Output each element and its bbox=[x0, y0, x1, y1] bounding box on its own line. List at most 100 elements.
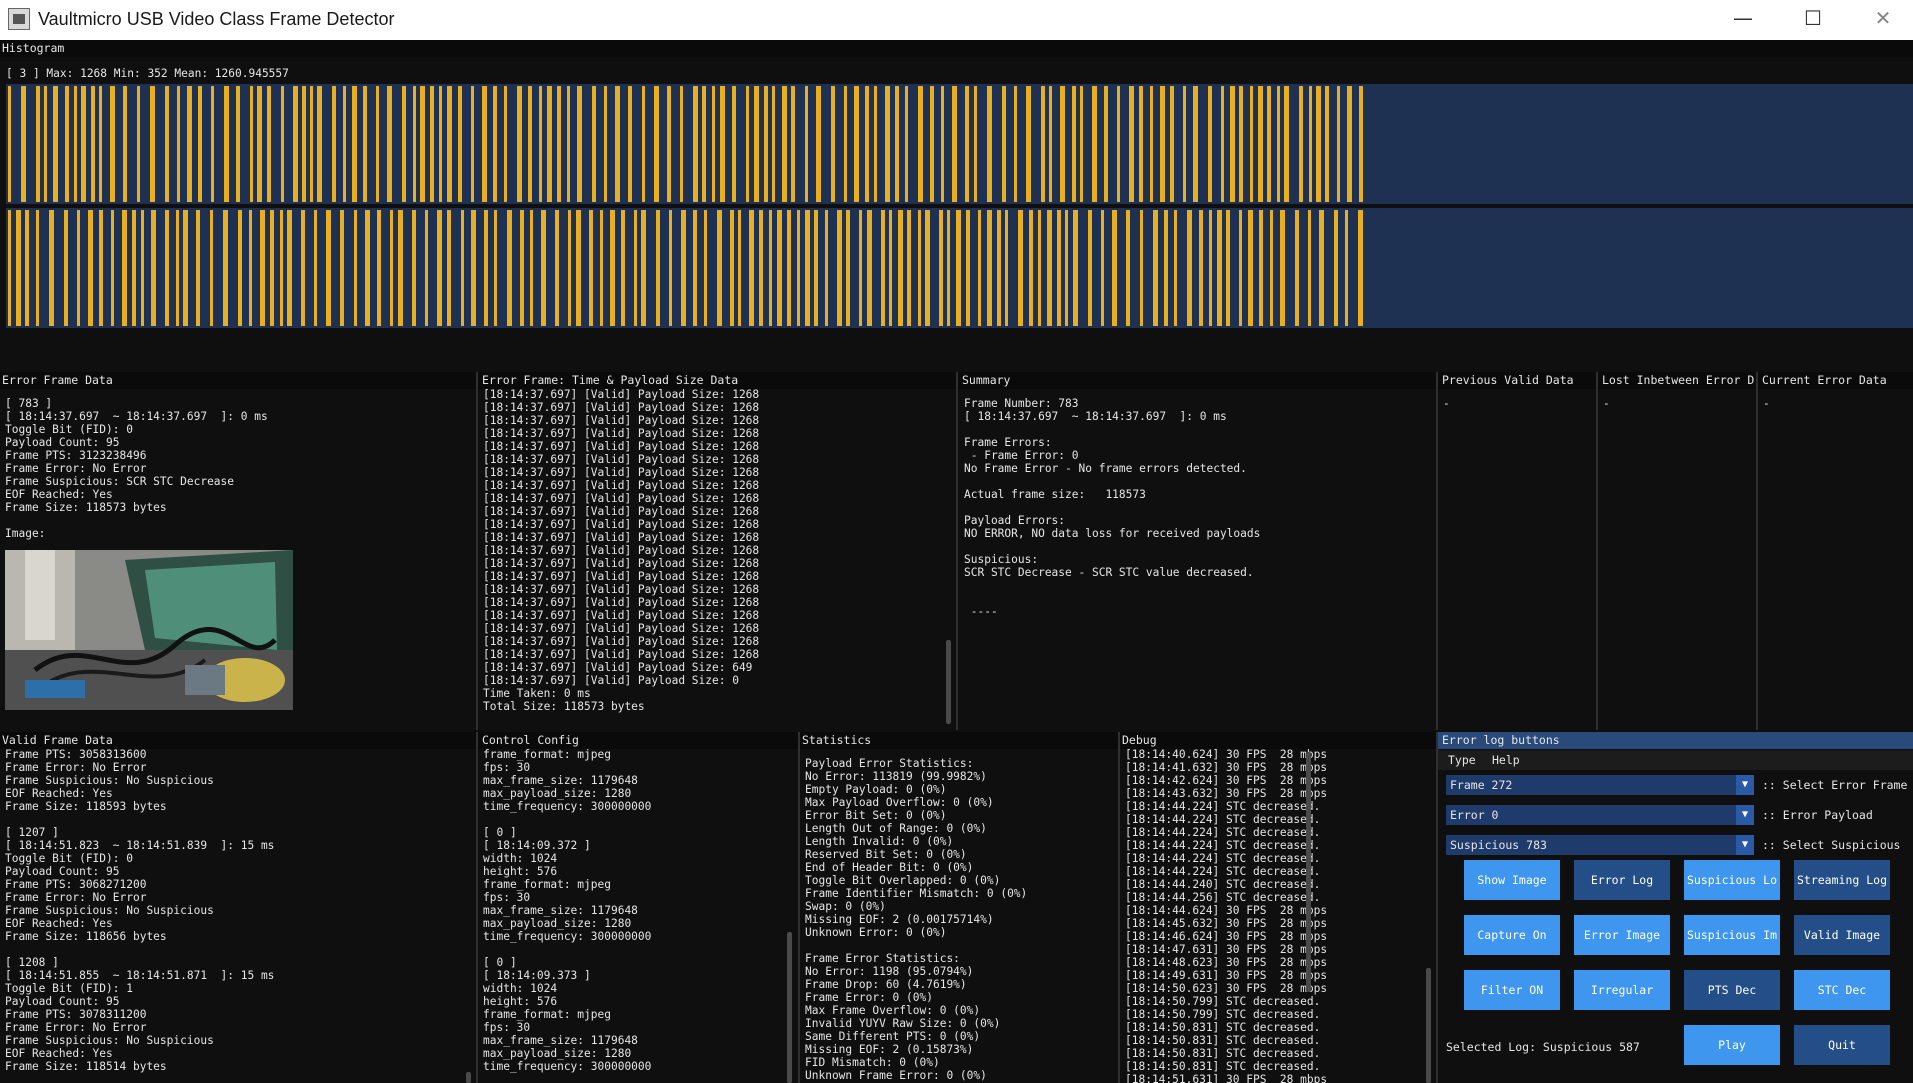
capture-on-button[interactable]: Capture On bbox=[1464, 915, 1560, 955]
histogram-bar bbox=[1049, 86, 1052, 202]
histogram-bar bbox=[947, 210, 950, 326]
histogram-bar bbox=[987, 86, 992, 202]
histogram-bar bbox=[1080, 86, 1083, 202]
statistics-text: Payload Error Statistics: No Error: 1138… bbox=[805, 757, 1028, 1082]
error-frame-image bbox=[5, 550, 293, 710]
minimize-button[interactable]: — bbox=[1708, 0, 1778, 40]
filter-on-button[interactable]: Filter ON bbox=[1464, 970, 1560, 1010]
frame-select[interactable]: Frame 272 ▼ bbox=[1446, 775, 1754, 795]
histogram-bar bbox=[270, 210, 274, 326]
valid-image-button[interactable]: Valid Image bbox=[1794, 915, 1890, 955]
histogram-bar bbox=[343, 86, 346, 202]
histogram-bar bbox=[1029, 210, 1033, 326]
histogram-bar bbox=[110, 86, 115, 202]
histogram-bar bbox=[1139, 86, 1143, 202]
histogram-bar bbox=[1347, 86, 1352, 202]
histogram-bar bbox=[44, 86, 47, 202]
debug-scrollbar-bottom[interactable] bbox=[1426, 968, 1431, 1083]
histogram-bar bbox=[1026, 86, 1031, 202]
chevron-down-icon[interactable]: ▼ bbox=[1736, 835, 1754, 855]
histogram-bar bbox=[831, 86, 835, 202]
histogram-bar bbox=[249, 210, 252, 326]
histogram-bar bbox=[317, 86, 322, 202]
histogram-bar bbox=[720, 86, 725, 202]
histogram-bar bbox=[759, 210, 763, 326]
histogram-bar bbox=[1126, 210, 1130, 326]
histogram-bar bbox=[430, 86, 434, 202]
histogram-bar bbox=[1239, 86, 1243, 202]
histogram-bar bbox=[628, 86, 632, 202]
histogram-bar bbox=[1018, 210, 1023, 326]
histogram-bar bbox=[885, 86, 890, 202]
stc-dec-button[interactable]: STC Dec bbox=[1794, 970, 1890, 1010]
quit-button[interactable]: Quit bbox=[1794, 1025, 1890, 1065]
histogram-bar bbox=[712, 86, 715, 202]
pts-dec-button[interactable]: PTS Dec bbox=[1684, 970, 1780, 1010]
histogram-bar bbox=[1174, 210, 1177, 326]
histogram-bar bbox=[1088, 210, 1092, 326]
histogram-bar bbox=[91, 86, 95, 202]
histogram-bar bbox=[568, 210, 571, 326]
histogram-bar bbox=[99, 86, 102, 202]
streaming-log-button[interactable]: Streaming Log bbox=[1794, 860, 1890, 900]
debug-scrollbar-top[interactable] bbox=[1306, 752, 1311, 992]
histogram-bar bbox=[390, 210, 393, 326]
error-image-button[interactable]: Error Image bbox=[1574, 915, 1670, 955]
histogram-bar bbox=[600, 210, 603, 326]
control-config-scrollbar[interactable] bbox=[787, 932, 792, 1083]
histogram-bar bbox=[1160, 86, 1165, 202]
error-log-title: Error log buttons bbox=[1438, 732, 1913, 749]
histogram-bar bbox=[16, 210, 21, 326]
histogram-bar bbox=[301, 210, 305, 326]
histogram-bar bbox=[895, 86, 899, 202]
valid-frame-scrollbar[interactable] bbox=[466, 1072, 471, 1083]
play-button[interactable]: Play bbox=[1684, 1025, 1780, 1065]
suspicious-log-button[interactable]: Suspicious Lo bbox=[1684, 860, 1780, 900]
histogram-bar bbox=[539, 86, 542, 202]
histogram-bar bbox=[165, 210, 169, 326]
previous-valid-text: - bbox=[1443, 397, 1450, 410]
histogram-bar bbox=[211, 86, 214, 202]
histogram-bar bbox=[1129, 86, 1134, 202]
chevron-down-icon[interactable]: ▼ bbox=[1736, 775, 1754, 795]
error-payload-select[interactable]: Error 0 ▼ bbox=[1446, 805, 1754, 825]
histogram-bar bbox=[150, 86, 155, 202]
histogram-bar bbox=[1277, 86, 1280, 202]
show-image-button[interactable]: Show Image bbox=[1464, 860, 1560, 900]
valid-frame-data-panel: Valid Frame Data Frame PTS: 3058313600 F… bbox=[0, 732, 476, 1083]
histogram-bar bbox=[1250, 86, 1253, 202]
histogram-bar bbox=[1112, 210, 1117, 326]
histogram-bar bbox=[918, 210, 921, 326]
histogram-bar bbox=[704, 210, 707, 326]
maximize-button[interactable]: ☐ bbox=[1778, 0, 1848, 40]
histogram-bar bbox=[302, 86, 306, 202]
histogram-bar bbox=[1073, 210, 1078, 326]
menu-type[interactable]: Type bbox=[1448, 750, 1476, 770]
error-payload-select-value: Error 0 bbox=[1450, 808, 1499, 822]
valid-frame-data-title: Valid Frame Data bbox=[0, 732, 476, 749]
histogram-bar bbox=[1316, 86, 1321, 202]
histogram-bar bbox=[859, 210, 862, 326]
irregular-button[interactable]: Irregular bbox=[1574, 970, 1670, 1010]
histogram-bar bbox=[363, 86, 367, 202]
statistics-panel: Statistics Payload Error Statistics: No … bbox=[800, 732, 1118, 1083]
error-log-button[interactable]: Error Log bbox=[1574, 860, 1670, 900]
histogram-bar bbox=[413, 86, 416, 202]
summary-title: Summary bbox=[958, 372, 1436, 389]
histogram-bar bbox=[224, 86, 229, 202]
suspicious-image-button[interactable]: Suspicious Im bbox=[1684, 915, 1780, 955]
histogram-bar bbox=[402, 86, 406, 202]
histogram-bar bbox=[25, 210, 29, 326]
histogram-bar bbox=[787, 210, 791, 326]
menu-help[interactable]: Help bbox=[1492, 750, 1520, 770]
chevron-down-icon[interactable]: ▼ bbox=[1736, 805, 1754, 825]
current-error-title: Current Error Data bbox=[1758, 372, 1913, 389]
histogram-bar bbox=[956, 210, 961, 326]
histogram-bar bbox=[365, 210, 370, 326]
close-button[interactable]: ✕ bbox=[1848, 0, 1913, 40]
time-payload-scrollbar[interactable] bbox=[946, 640, 951, 724]
title-bar: Vaultmicro USB Video Class Frame Detecto… bbox=[0, 0, 1913, 40]
summary-panel: Summary Frame Number: 783 [ 18:14:37.697… bbox=[958, 372, 1436, 730]
suspicious-select[interactable]: Suspicious 783 ▼ bbox=[1446, 835, 1754, 855]
histogram-bar bbox=[1221, 86, 1224, 202]
